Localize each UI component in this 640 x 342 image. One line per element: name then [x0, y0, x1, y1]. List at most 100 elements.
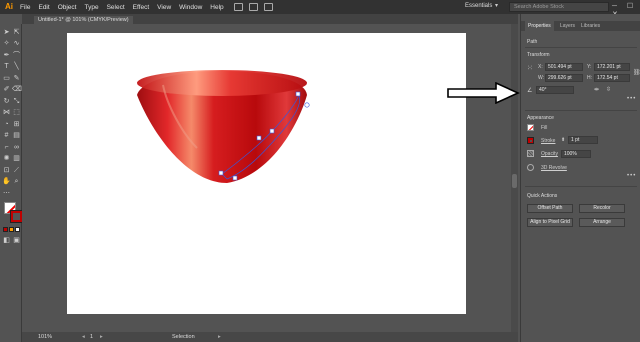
status-bar: 101% ◂ 1 ▸ Selection ▸: [22, 332, 518, 342]
red-bowl-artwork[interactable]: [137, 70, 307, 183]
y-field[interactable]: 172.201 pt: [594, 63, 630, 71]
color-mode-swatch[interactable]: [3, 227, 8, 232]
eyedropper-tool-icon[interactable]: ⌐: [2, 143, 11, 152]
free-transform-tool-icon[interactable]: ⬚: [12, 108, 21, 117]
fill-swatch-icon[interactable]: [527, 124, 534, 131]
h-field[interactable]: 172.54 pt: [594, 74, 630, 82]
quick-actions-title: Quick Actions: [527, 193, 558, 199]
line-tool-icon[interactable]: ╲: [12, 62, 21, 71]
paintbrush-tool-icon[interactable]: ✎: [12, 74, 21, 83]
bridge-icon[interactable]: [233, 3, 243, 11]
zoom-level[interactable]: 101%: [38, 332, 52, 342]
artboard[interactable]: [67, 33, 466, 314]
pen-tool-icon[interactable]: ✒: [2, 51, 11, 60]
align-to-pixel-grid-button[interactable]: Align to Pixel Grid: [527, 218, 573, 227]
selection-tool-icon[interactable]: ➤: [2, 28, 11, 37]
document-tab[interactable]: Untitled-1* @ 101% (CMYK/Preview): [34, 16, 133, 24]
artboard-next-icon[interactable]: ▸: [100, 332, 103, 342]
artboard-prev-icon[interactable]: ◂: [82, 332, 85, 342]
arrange-button[interactable]: Arrange: [579, 218, 625, 227]
h-label: H:: [587, 75, 592, 81]
tab-properties[interactable]: Properties: [525, 21, 554, 31]
canvas-workspace[interactable]: [22, 24, 518, 332]
menu-object[interactable]: Object: [54, 4, 81, 11]
hand-tool-icon[interactable]: ✋: [2, 177, 11, 186]
lasso-tool-icon[interactable]: ∿: [12, 39, 21, 48]
rectangle-tool-icon[interactable]: ▭: [2, 74, 11, 83]
flip-horizontal-icon[interactable]: ⇹: [594, 86, 599, 93]
more-tools-icon[interactable]: ⋯: [2, 189, 11, 198]
more-options-icon[interactable]: •••: [627, 96, 636, 102]
perspective-grid-tool-icon[interactable]: ⊞: [12, 120, 21, 129]
menu-file[interactable]: File: [16, 4, 34, 11]
artboard-tool-icon[interactable]: ⊡: [2, 166, 11, 175]
menu-view[interactable]: View: [153, 4, 175, 11]
menu-select[interactable]: Select: [103, 4, 129, 11]
vertical-scrollbar[interactable]: [511, 24, 518, 332]
3d-revolve-link[interactable]: 3D Revolve: [541, 165, 567, 171]
shape-builder-tool-icon[interactable]: ◔: [2, 120, 11, 129]
artboard-number[interactable]: 1: [90, 332, 93, 342]
opacity-icon: [527, 150, 534, 157]
recolor-button[interactable]: Recolor: [579, 204, 625, 213]
tab-libraries[interactable]: Libraries: [578, 21, 603, 31]
direct-selection-tool-icon[interactable]: ⇱: [12, 28, 21, 37]
stroke-weight-field[interactable]: 1 pt: [568, 136, 598, 144]
stroke-stepper-icon[interactable]: ⬍: [561, 137, 565, 143]
curvature-tool-icon[interactable]: ⌒: [12, 51, 21, 60]
stroke-swatch-icon[interactable]: [527, 137, 534, 144]
divider: [525, 186, 637, 187]
gpu-rocket-icon[interactable]: [263, 3, 273, 11]
zoom-tool-icon[interactable]: ⌕: [12, 177, 21, 186]
type-tool-icon[interactable]: T: [2, 62, 11, 71]
flip-vertical-icon[interactable]: ⇳: [606, 86, 611, 93]
menu-edit[interactable]: Edit: [34, 4, 53, 11]
stock-search-input[interactable]: Search Adobe Stock: [509, 2, 609, 12]
divider: [525, 47, 637, 48]
menu-effect[interactable]: Effect: [129, 4, 154, 11]
column-graph-tool-icon[interactable]: ▥: [12, 154, 21, 163]
properties-panel: Properties Layers Libraries Path Transfo…: [520, 14, 640, 342]
revolve-icon: [527, 164, 534, 171]
gradient-mode-swatch[interactable]: [9, 227, 14, 232]
gradient-tool-icon[interactable]: ▤: [12, 131, 21, 140]
constrain-proportions-icon[interactable]: ⛓: [633, 69, 640, 76]
none-mode-swatch[interactable]: [15, 227, 20, 232]
opacity-label[interactable]: Opacity: [541, 151, 558, 157]
scale-tool-icon[interactable]: ⤡: [12, 97, 21, 106]
chevron-down-icon[interactable]: ▾: [495, 2, 498, 9]
menu-help[interactable]: Help: [206, 4, 227, 11]
shaper-tool-icon[interactable]: ✐: [2, 85, 11, 94]
arrange-documents-icon[interactable]: [248, 3, 258, 11]
rotate-tool-icon[interactable]: ↻: [2, 97, 11, 106]
status-menu-chevron-icon[interactable]: ▸: [218, 332, 221, 342]
y-label: Y:: [587, 64, 592, 70]
appearance-more-icon[interactable]: •••: [627, 173, 636, 179]
symbol-sprayer-tool-icon[interactable]: ✺: [2, 154, 11, 163]
draw-mode-icon[interactable]: ◧: [2, 236, 11, 245]
mesh-tool-icon[interactable]: #: [2, 131, 11, 140]
tab-layers[interactable]: Layers: [557, 21, 578, 31]
fill-label: Fill: [541, 125, 548, 131]
offset-path-button[interactable]: Offset Path: [527, 204, 573, 213]
opacity-field[interactable]: 100%: [561, 150, 591, 158]
menu-window[interactable]: Window: [175, 4, 206, 11]
eraser-tool-icon[interactable]: ⌫: [12, 85, 22, 94]
w-field[interactable]: 299.626 pt: [545, 74, 583, 82]
divider: [525, 110, 637, 111]
width-tool-icon[interactable]: ⋈: [2, 108, 11, 117]
screen-mode-icon[interactable]: ▣: [12, 236, 21, 245]
current-tool-status: Selection: [172, 334, 195, 340]
vertical-scroll-thumb[interactable]: [512, 174, 517, 188]
magic-wand-tool-icon[interactable]: ✧: [2, 39, 11, 48]
blend-tool-icon[interactable]: ∞: [12, 143, 21, 152]
illustrator-window: Ai File Edit Object Type Select Effect V…: [0, 0, 640, 342]
x-field[interactable]: 501.494 pt: [545, 63, 583, 71]
stroke-label[interactable]: Stroke: [541, 138, 555, 144]
rotate-angle-icon: ∠: [527, 88, 533, 94]
reference-point-icon[interactable]: ⁙: [527, 64, 533, 72]
rotation-angle-field[interactable]: 40°: [536, 86, 574, 94]
menu-type[interactable]: Type: [80, 4, 102, 11]
slice-tool-icon[interactable]: ⟋: [12, 166, 21, 175]
workspace-switcher[interactable]: Essentials: [465, 3, 492, 9]
